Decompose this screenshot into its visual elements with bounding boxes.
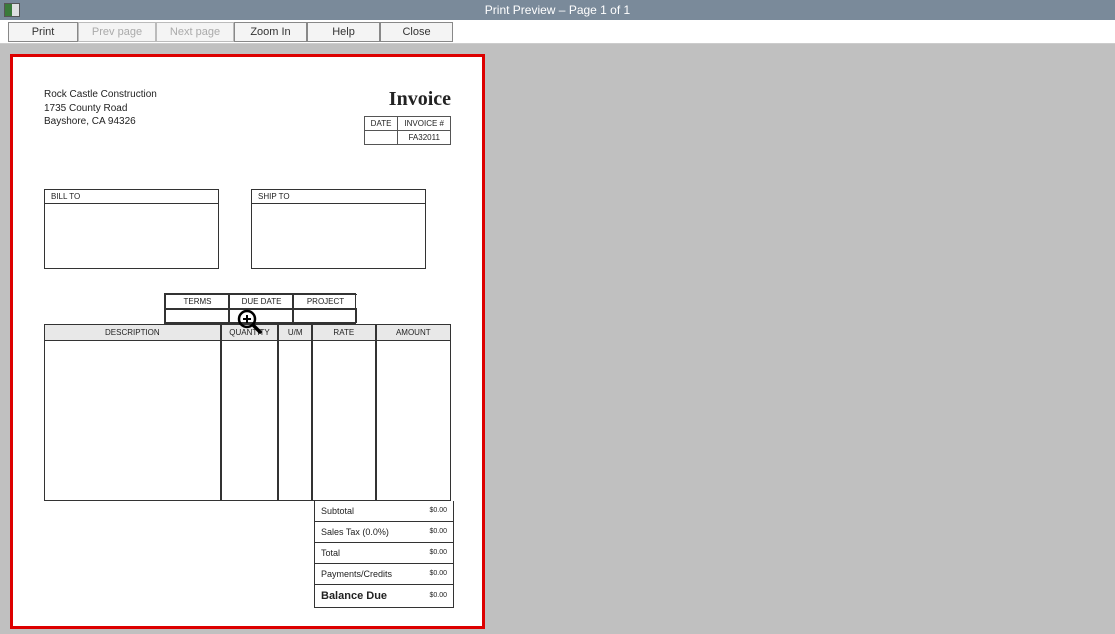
subtotal-label: Subtotal xyxy=(321,506,354,516)
due-date-value xyxy=(229,309,293,323)
project-label: PROJECT xyxy=(293,294,357,309)
ship-to-box: SHIP TO xyxy=(251,189,426,269)
invoice-meta-table: DATE INVOICE # FA32011 xyxy=(364,116,451,145)
bill-to-box: BILL TO xyxy=(44,189,219,269)
ship-to-body xyxy=(252,204,425,268)
balance-due-label: Balance Due xyxy=(321,590,387,602)
close-button[interactable]: Close xyxy=(380,22,453,42)
col-rate: RATE xyxy=(312,324,376,341)
title-bar: Print Preview – Page 1 of 1 xyxy=(0,0,1115,20)
terms-value xyxy=(165,309,229,323)
invoice-page: Rock Castle Construction 1735 County Roa… xyxy=(14,58,481,625)
ship-to-label: SHIP TO xyxy=(252,190,425,204)
payments-label: Payments/Credits xyxy=(321,569,392,579)
col-quantity: QUANTITY xyxy=(221,324,279,341)
balance-due-value: $0.00 xyxy=(429,592,447,599)
project-value xyxy=(293,309,357,323)
help-button[interactable]: Help xyxy=(307,22,380,42)
meta-date-label: DATE xyxy=(364,117,398,131)
total-label: Total xyxy=(321,548,340,558)
col-amount: AMOUNT xyxy=(376,324,451,341)
due-date-label: DUE DATE xyxy=(229,294,293,309)
line-items-body xyxy=(44,341,451,501)
tax-label: Sales Tax (0.0%) xyxy=(321,527,389,537)
next-page-button: Next page xyxy=(156,22,234,42)
tax-value: $0.00 xyxy=(429,528,447,535)
window-title: Print Preview – Page 1 of 1 xyxy=(485,3,630,17)
zoom-in-button[interactable]: Zoom In xyxy=(234,22,307,42)
total-value: $0.00 xyxy=(429,549,447,556)
terms-label: TERMS xyxy=(165,294,229,309)
col-description: DESCRIPTION xyxy=(44,324,221,341)
toolbar: Print Prev page Next page Zoom In Help C… xyxy=(0,20,1115,44)
preview-area: Rock Castle Construction 1735 County Roa… xyxy=(0,44,1115,634)
page-thumbnail[interactable]: Rock Castle Construction 1735 County Roa… xyxy=(10,54,485,629)
col-um: U/M xyxy=(278,324,312,341)
meta-invnum-label: INVOICE # xyxy=(398,117,451,131)
bill-to-body xyxy=(45,204,218,268)
app-icon xyxy=(4,3,20,17)
subtotal-value: $0.00 xyxy=(429,507,447,514)
bill-to-label: BILL TO xyxy=(45,190,218,204)
line-items-header: DESCRIPTION QUANTITY U/M RATE AMOUNT xyxy=(44,324,451,341)
print-button[interactable]: Print xyxy=(8,22,78,42)
meta-invnum-value: FA32011 xyxy=(398,131,451,145)
payments-value: $0.00 xyxy=(429,570,447,577)
meta-date-value xyxy=(364,131,398,145)
prev-page-button: Prev page xyxy=(78,22,156,42)
summary-box: Subtotal $0.00 Sales Tax (0.0%) $0.00 Tota… xyxy=(314,501,454,608)
document-title: Invoice xyxy=(389,88,451,111)
terms-row: TERMS DUE DATE PROJECT xyxy=(164,293,451,324)
